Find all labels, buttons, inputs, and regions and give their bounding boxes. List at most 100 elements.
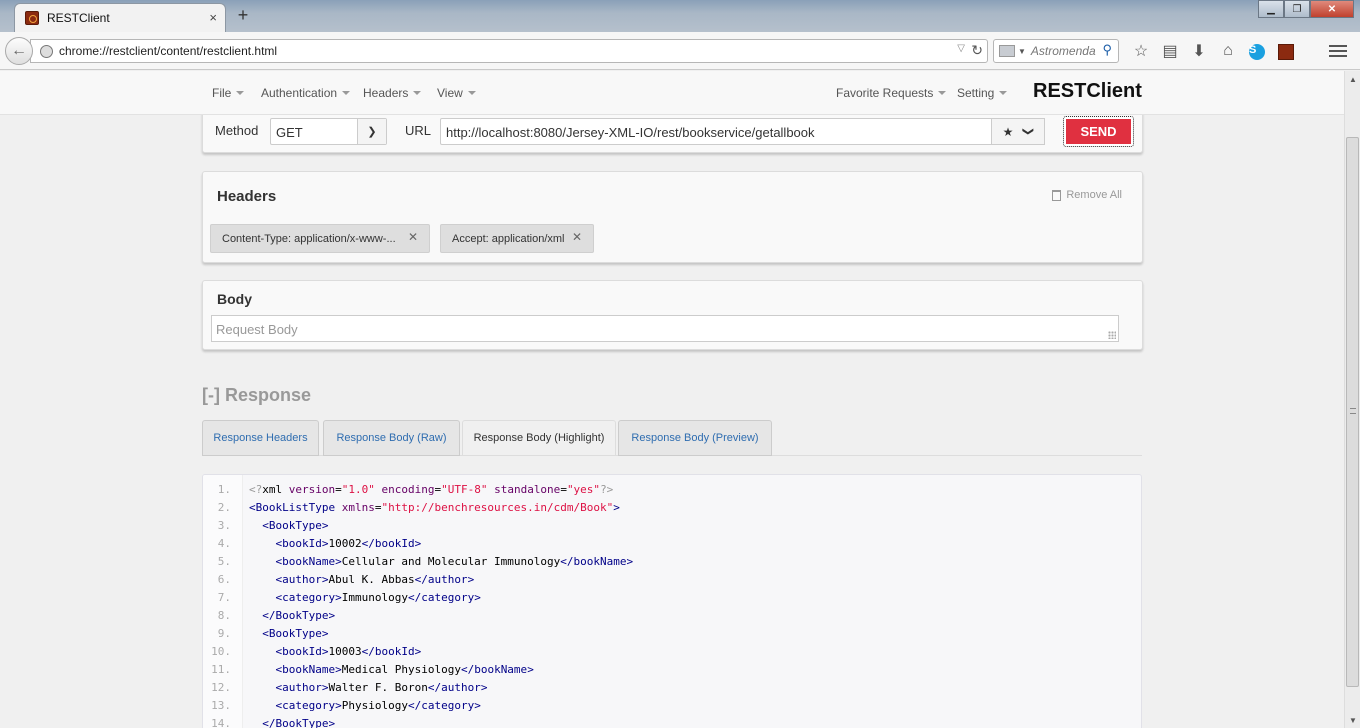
code-text: <author>Walter F. Boron</author>	[275, 681, 488, 694]
globe-icon	[40, 44, 53, 58]
reading-list-icon[interactable]: ▤	[1159, 41, 1181, 61]
code-text: <bookName>Cellular and Molecular Immunol…	[275, 555, 634, 568]
menu-view[interactable]: View	[437, 71, 476, 115]
headers-title: Headers	[217, 188, 277, 205]
line-number: 4.	[217, 537, 231, 550]
menu-authentication[interactable]: Authentication	[261, 71, 351, 115]
line-number: 7.	[217, 591, 231, 604]
tab-response-body-preview[interactable]: Response Body (Preview)	[618, 420, 772, 456]
search-engine-icon[interactable]	[999, 45, 1015, 57]
search-icon[interactable]: ⚲	[1102, 42, 1112, 58]
line-number: 3.	[217, 519, 231, 532]
skype-button[interactable]: S	[1246, 41, 1268, 61]
code-line: 2. <BookListType xmlns="http://benchresou…	[203, 499, 1141, 517]
app-brand[interactable]: RESTClient	[1033, 80, 1142, 103]
back-button[interactable]: ←	[5, 37, 33, 65]
toolbar-icons: ☆ ▤ ⬇ ⌂ S	[1130, 41, 1304, 61]
menu-headers[interactable]: Headers	[363, 71, 422, 115]
chevron-down-icon[interactable]: ▼	[1018, 47, 1026, 56]
chevron-down-icon[interactable]: ❯	[1022, 127, 1035, 136]
url-tools: ★ ❯	[992, 118, 1045, 145]
code-text: <?xml version="1.0" encoding="UTF-8" sta…	[249, 483, 614, 496]
chevron-down-icon[interactable]: ❯	[357, 119, 386, 144]
header-chip[interactable]: Accept: application/xml ✕	[440, 224, 594, 253]
bookmark-star-icon[interactable]: ☆	[1130, 41, 1152, 61]
method-select[interactable]: GET ❯	[270, 118, 387, 145]
tab-response-body-raw[interactable]: Response Body (Raw)	[323, 420, 460, 456]
code-text: </BookType>	[262, 609, 336, 622]
scrollbar-thumb[interactable]	[1346, 137, 1359, 687]
address-bar[interactable]: chrome://restclient/content/restclient.h…	[30, 39, 988, 63]
main-content: Method GET ❯ URL http://localhost:8080/J…	[0, 115, 1344, 728]
code-line: 10. <bookId>10003</bookId>	[203, 643, 1141, 661]
address-text[interactable]: chrome://restclient/content/restclient.h…	[59, 44, 277, 58]
response-toggle[interactable]: [-] Response	[202, 385, 311, 406]
minimize-button[interactable]: ▁	[1258, 0, 1284, 18]
remove-all-button[interactable]: Remove All	[1052, 189, 1122, 201]
close-window-button[interactable]: ✕	[1310, 0, 1354, 18]
close-icon[interactable]: ✕	[408, 230, 418, 244]
response-code-view: 1. <?xml version="1.0" encoding="UTF-8" s…	[202, 474, 1142, 728]
url-input[interactable]: http://localhost:8080/Jersey-XML-IO/rest…	[440, 118, 992, 145]
line-number: 10.	[211, 645, 231, 658]
resize-grip-icon[interactable]	[1108, 331, 1116, 339]
header-chip-label: Accept: application/xml	[452, 232, 565, 245]
code-text: <author>Abul K. Abbas</author>	[275, 573, 475, 586]
code-line: 11. <bookName>Medical Physiology</bookNa…	[203, 661, 1141, 679]
restclient-addon-button[interactable]	[1275, 41, 1297, 61]
search-input[interactable]: Astromenda	[1031, 44, 1096, 58]
body-panel: Body Request Body	[202, 280, 1143, 350]
close-icon[interactable]: ✕	[572, 230, 582, 244]
code-line: 3. <BookType>	[203, 517, 1141, 535]
restclient-addon-icon	[1278, 44, 1294, 60]
menu-setting[interactable]: Setting	[957, 71, 1008, 115]
code-text: <bookId>10003</bookId>	[275, 645, 422, 658]
caret-down-icon	[938, 91, 947, 95]
tab-title: RESTClient	[47, 11, 110, 25]
restclient-favicon-icon	[25, 11, 39, 25]
url-label: URL	[405, 123, 432, 138]
trash-icon	[1052, 189, 1062, 201]
scroll-up-icon[interactable]: ▲	[1345, 71, 1360, 87]
tab-close-icon[interactable]: ×	[209, 10, 217, 25]
header-chip[interactable]: Content-Type: application/x-www-... ✕	[210, 224, 430, 253]
browser-tab[interactable]: RESTClient ×	[14, 3, 226, 32]
home-icon[interactable]: ⌂	[1217, 41, 1239, 61]
reload-icon[interactable]: ↻	[971, 42, 983, 59]
code-line: 5. <bookName>Cellular and Molecular Immu…	[203, 553, 1141, 571]
grip-icon	[1350, 408, 1356, 414]
line-number: 11.	[211, 663, 231, 676]
scroll-down-icon[interactable]: ▼	[1345, 712, 1360, 728]
skype-icon: S	[1249, 44, 1265, 60]
url-value: http://localhost:8080/Jersey-XML-IO/rest…	[446, 125, 815, 140]
headers-panel: Headers Remove All Content-Type: applica…	[202, 171, 1143, 263]
code-text: </BookType>	[262, 717, 336, 728]
new-tab-button[interactable]: +	[234, 5, 252, 26]
response-tabs: Response Headers Response Body (Raw) Res…	[202, 420, 1142, 456]
request-body-input[interactable]: Request Body	[211, 315, 1119, 342]
code-line: 8. </BookType>	[203, 607, 1141, 625]
code-text: <BookListType xmlns="http://benchresourc…	[249, 501, 620, 514]
maximize-button[interactable]: ❐	[1284, 0, 1310, 18]
send-button[interactable]: SEND	[1063, 116, 1134, 147]
menu-icon[interactable]	[1327, 41, 1349, 61]
code-text: <bookName>Medical Physiology</bookName>	[275, 663, 534, 676]
url-history-dropdown-icon[interactable]: ▽	[957, 43, 965, 54]
header-chip-label: Content-Type: application/x-www-...	[222, 232, 396, 245]
favorite-star-icon[interactable]: ★	[1003, 125, 1014, 139]
tab-response-headers[interactable]: Response Headers	[202, 420, 319, 456]
line-number: 9.	[217, 627, 231, 640]
downloads-icon[interactable]: ⬇	[1188, 41, 1210, 61]
line-number: 8.	[217, 609, 231, 622]
page-scrollbar[interactable]: ▲ ▼	[1344, 71, 1360, 728]
back-arrow-icon: ←	[11, 42, 27, 59]
code-line: 9. <BookType>	[203, 625, 1141, 643]
menu-favorite-requests[interactable]: Favorite Requests	[836, 71, 947, 115]
line-number: 12.	[211, 681, 231, 694]
code-line: 1. <?xml version="1.0" encoding="UTF-8" s…	[203, 481, 1141, 499]
window-controls: ▁ ❐ ✕	[1258, 0, 1354, 18]
tab-response-body-highlight[interactable]: Response Body (Highlight)	[462, 420, 616, 456]
body-title: Body	[217, 291, 252, 307]
menu-file[interactable]: File	[212, 71, 245, 115]
search-bar[interactable]: ▼ Astromenda ⚲	[993, 39, 1119, 63]
